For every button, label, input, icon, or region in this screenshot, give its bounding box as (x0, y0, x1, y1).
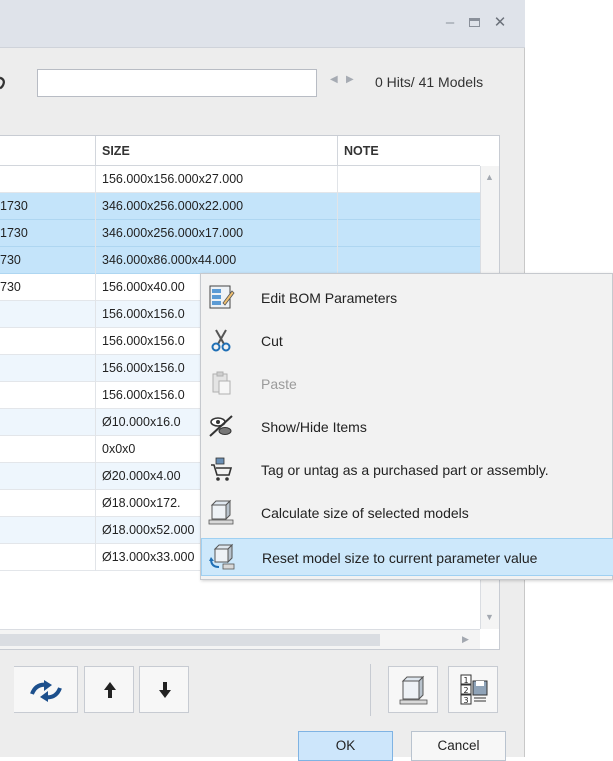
numbered-list-button[interactable]: 1 2 3 (448, 666, 498, 713)
table-cell-note (338, 247, 480, 274)
eye-hide-icon (209, 415, 233, 437)
svg-text:3: 3 (464, 696, 469, 705)
previous-hit-button[interactable]: ◀ (330, 74, 338, 85)
menu-item-label: Show/Hide Items (261, 419, 367, 435)
table-cell-id (0, 382, 96, 409)
toolbar-separator (370, 664, 371, 716)
table-cell-id (0, 328, 96, 355)
table-cell-note (338, 166, 480, 193)
table-cell-size: 346.000x86.000x44.000 (96, 247, 338, 274)
menu-item-label: Reset model size to current parameter va… (262, 550, 538, 566)
table-cell-id (0, 544, 96, 571)
menu-item-show-hide-items[interactable]: Show/Hide Items (201, 408, 613, 446)
menu-item-edit-bom-parameters[interactable]: Edit BOM Parameters (201, 279, 613, 317)
table-cell-note (338, 220, 480, 247)
svg-text:1: 1 (464, 676, 469, 685)
scroll-down-icon[interactable]: ▼ (485, 612, 494, 622)
refresh-button[interactable] (14, 666, 78, 713)
table-cell-id: 1730 (0, 193, 96, 220)
next-hit-button[interactable]: ▶ (346, 74, 354, 85)
scroll-up-icon[interactable]: ▲ (485, 172, 494, 182)
table-row[interactable]: 1730 346.000x256.000x22.000 (0, 193, 480, 220)
table-cell-id (0, 166, 96, 193)
table-cell-id: 730 (0, 274, 96, 301)
table-cell-id (0, 436, 96, 463)
paste-icon (212, 371, 231, 395)
column-header-note[interactable]: NOTE (338, 136, 480, 166)
menu-item-label: Edit BOM Parameters (261, 290, 398, 306)
table-cell-id (0, 355, 96, 382)
table-cell-id (0, 517, 96, 544)
column-header-size[interactable]: SIZE (96, 136, 338, 166)
arrow-down-icon (159, 682, 171, 698)
menu-item-label: Paste (261, 376, 297, 392)
table-cell-size: 346.000x256.000x22.000 (96, 193, 338, 220)
hits-count: 0 Hits/ 41 Models (375, 74, 484, 90)
close-button[interactable]: ✕ (491, 14, 509, 32)
table-header: SIZE NOTE (0, 136, 480, 166)
table-cell-id (0, 490, 96, 517)
scroll-thumb[interactable] (0, 634, 380, 646)
arrow-up-icon (104, 682, 116, 698)
menu-item-label: Tag or untag as a purchased part or asse… (261, 462, 549, 478)
move-down-button[interactable] (139, 666, 189, 713)
table-cell-id: 730 (0, 247, 96, 274)
minimize-button[interactable]: – (441, 14, 459, 32)
scissors-icon (211, 329, 231, 352)
reset-size-icon (209, 543, 235, 570)
table-cell-size: 346.000x256.000x17.000 (96, 220, 338, 247)
column-header[interactable] (0, 136, 96, 166)
svg-text:2: 2 (464, 686, 469, 695)
maximize-icon (468, 18, 480, 27)
table-row[interactable]: 730 346.000x86.000x44.000 (0, 247, 480, 274)
search-icon[interactable] (0, 72, 6, 94)
table-row[interactable]: 156.000x156.000x27.000 (0, 166, 480, 193)
table-cell-size: 156.000x156.000x27.000 (96, 166, 338, 193)
menu-item-tag-purchased[interactable]: Tag or untag as a purchased part or asse… (201, 451, 613, 489)
search-input[interactable] (37, 69, 317, 97)
title-bar: – ✕ (0, 0, 525, 48)
menu-item-label: Calculate size of selected models (261, 505, 469, 521)
table-row[interactable]: 1730 346.000x256.000x17.000 (0, 220, 480, 247)
maximize-button[interactable] (465, 14, 483, 32)
numbered-list-icon: 1 2 3 (460, 674, 488, 705)
calculate-size-icon (399, 675, 428, 705)
table-cell-id (0, 301, 96, 328)
scroll-right-icon[interactable]: ▶ (462, 634, 469, 645)
table-cell-id (0, 463, 96, 490)
move-up-button[interactable] (84, 666, 134, 713)
calculate-size-button[interactable] (388, 666, 438, 713)
menu-item-paste: Paste (201, 365, 613, 403)
table-cell-id: 1730 (0, 220, 96, 247)
edit-bom-icon (209, 285, 235, 309)
menu-item-reset-model-size[interactable]: Reset model size to current parameter va… (201, 538, 613, 576)
menu-item-label: Cut (261, 333, 283, 349)
table-cell-id (0, 409, 96, 436)
horizontal-scrollbar[interactable]: ▶ (0, 629, 480, 649)
calculate-size-icon (208, 499, 234, 525)
menu-item-cut[interactable]: Cut (201, 322, 613, 360)
table-cell-note (338, 193, 480, 220)
menu-item-calculate-size[interactable]: Calculate size of selected models (201, 494, 613, 532)
refresh-icon (30, 680, 62, 702)
cart-icon (211, 457, 233, 481)
context-menu: Edit BOM Parameters Cut Paste Show/Hide … (200, 273, 613, 580)
